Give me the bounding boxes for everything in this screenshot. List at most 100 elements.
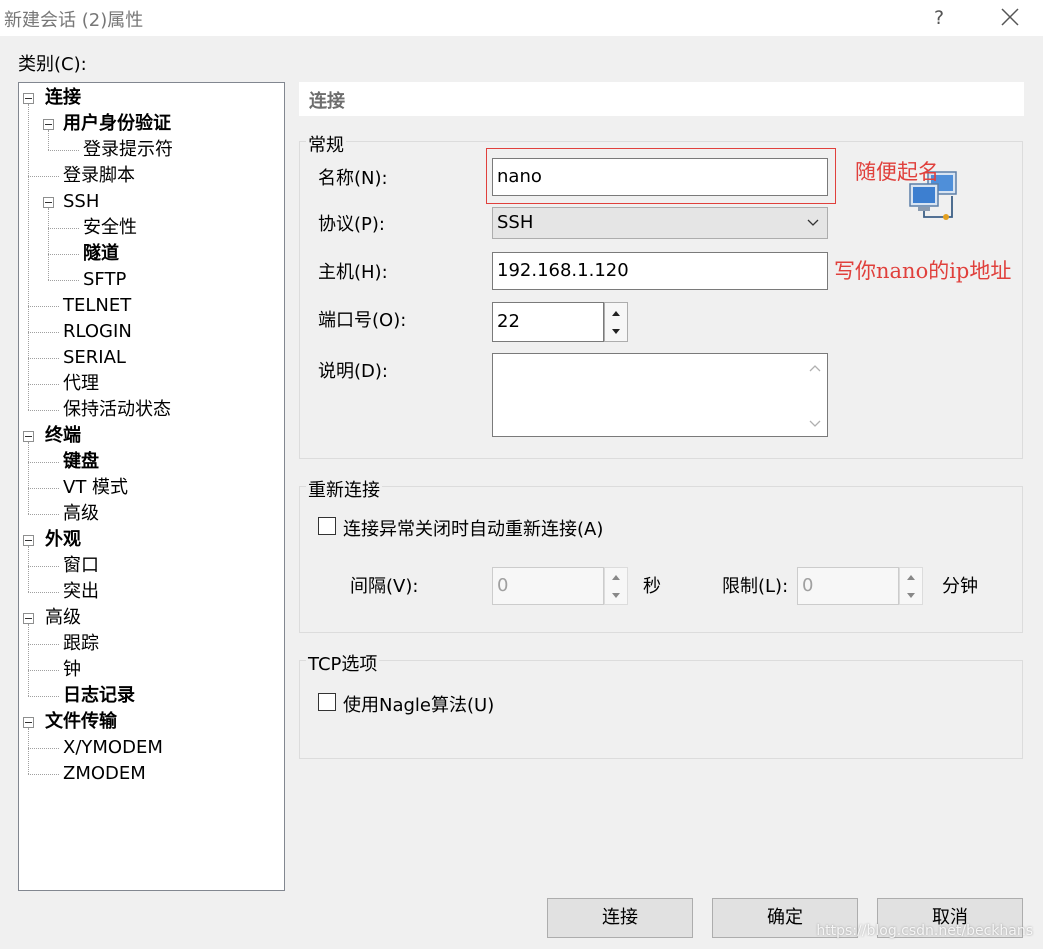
tree-connector bbox=[28, 670, 59, 671]
tree-expander[interactable] bbox=[23, 431, 34, 442]
tree-expander[interactable] bbox=[43, 197, 54, 208]
desc-label: 说明(D): bbox=[318, 361, 388, 382]
tree-connector bbox=[28, 410, 59, 411]
arrow-down-icon bbox=[612, 593, 620, 598]
tree-item[interactable]: X/YMODEM bbox=[63, 736, 163, 760]
tree-item[interactable]: 终端 bbox=[45, 424, 81, 448]
tree-connector bbox=[28, 358, 59, 359]
tree-item[interactable]: 隧道 bbox=[83, 242, 119, 266]
scroll-down-icon bbox=[809, 420, 821, 427]
watermark: https://blog.csdn.net/beckhans bbox=[816, 923, 1033, 939]
tree-item[interactable]: SSH bbox=[63, 190, 99, 214]
tree-connector bbox=[28, 306, 59, 307]
tree-item[interactable]: 突出 bbox=[63, 580, 99, 604]
protocol-label: 协议(P): bbox=[318, 214, 385, 235]
tree-item[interactable]: 键盘 bbox=[63, 450, 99, 474]
tree-item[interactable]: 代理 bbox=[63, 372, 99, 396]
help-button[interactable]: ? bbox=[922, 2, 956, 34]
window-title: 新建会话 (2)属性 bbox=[4, 10, 144, 31]
nagle-label: 使用Nagle算法(U) bbox=[343, 695, 495, 716]
tree-item[interactable]: 窗口 bbox=[63, 554, 99, 578]
tree-expander[interactable] bbox=[23, 93, 34, 104]
tree-connector bbox=[28, 332, 59, 333]
tree-connector bbox=[28, 514, 59, 515]
chevron-down-icon bbox=[807, 219, 819, 226]
tree-item[interactable]: 日志记录 bbox=[63, 684, 135, 708]
close-button[interactable] bbox=[990, 2, 1030, 34]
connect-button[interactable]: 连接 bbox=[547, 898, 693, 938]
tree-connector bbox=[28, 774, 59, 775]
limit-spin-up[interactable] bbox=[900, 568, 922, 586]
interval-spin-up[interactable] bbox=[605, 568, 627, 586]
tree-item[interactable]: 安全性 bbox=[83, 216, 137, 240]
arrow-down-icon bbox=[612, 329, 620, 334]
reconnect-group bbox=[299, 486, 1023, 633]
tree-item[interactable]: 保持活动状态 bbox=[63, 398, 171, 422]
auto-reconnect-label: 连接异常关闭时自动重新连接(A) bbox=[343, 519, 604, 540]
host-input[interactable]: 192.168.1.120 bbox=[492, 252, 828, 290]
tree-connector bbox=[28, 566, 59, 567]
auto-reconnect-checkbox[interactable] bbox=[318, 517, 336, 535]
title-bar bbox=[0, 0, 1043, 36]
tree-item[interactable]: 登录脚本 bbox=[63, 164, 135, 188]
tree-item[interactable]: 登录提示符 bbox=[83, 138, 173, 162]
arrow-down-icon bbox=[907, 593, 915, 598]
tree-connector bbox=[28, 488, 59, 489]
tree-connector bbox=[48, 130, 49, 150]
tree-item[interactable]: 钟 bbox=[63, 658, 81, 682]
protocol-value: SSH bbox=[497, 212, 534, 233]
tree-item[interactable]: 外观 bbox=[45, 528, 81, 552]
tree-expander[interactable] bbox=[23, 535, 34, 546]
tree-item[interactable]: 文件传输 bbox=[45, 710, 117, 734]
tree-item[interactable]: RLOGIN bbox=[63, 320, 132, 344]
limit-spinner[interactable] bbox=[899, 567, 923, 605]
port-input[interactable]: 22 bbox=[492, 302, 604, 342]
port-spin-up[interactable] bbox=[605, 303, 627, 322]
reconnect-legend: 重新连接 bbox=[306, 476, 382, 502]
tree-connector bbox=[28, 644, 59, 645]
tree-item[interactable]: 用户身份验证 bbox=[63, 112, 171, 136]
host-label: 主机(H): bbox=[318, 262, 388, 283]
tree-expander[interactable] bbox=[43, 119, 54, 130]
category-label: 类别(C): bbox=[18, 54, 87, 75]
scroll-up-icon bbox=[809, 365, 821, 372]
port-spinner[interactable] bbox=[604, 302, 628, 342]
tree-connector bbox=[28, 176, 59, 177]
tree-connector bbox=[28, 592, 59, 593]
nagle-checkbox[interactable] bbox=[318, 693, 336, 711]
tree-expander[interactable] bbox=[23, 717, 34, 728]
desc-textarea[interactable] bbox=[492, 353, 828, 437]
tree-item[interactable]: 连接 bbox=[45, 86, 81, 110]
tree-connector bbox=[48, 150, 79, 151]
tree-item[interactable]: SERIAL bbox=[63, 346, 126, 370]
tree-connector bbox=[48, 228, 79, 229]
tree-expander[interactable] bbox=[23, 613, 34, 624]
section-title: 连接 bbox=[309, 91, 345, 112]
tree-item[interactable]: TELNET bbox=[63, 294, 131, 318]
tree-item[interactable]: ZMODEM bbox=[63, 762, 146, 786]
interval-spin-down[interactable] bbox=[605, 586, 627, 604]
arrow-up-icon bbox=[612, 311, 620, 316]
tree-connector bbox=[28, 624, 29, 696]
tree-item[interactable]: VT 模式 bbox=[63, 476, 128, 500]
tree-item[interactable]: SFTP bbox=[83, 268, 126, 292]
limit-input[interactable]: 0 bbox=[797, 567, 899, 605]
tree-connector bbox=[28, 546, 29, 592]
name-label: 名称(N): bbox=[318, 168, 388, 189]
interval-input[interactable]: 0 bbox=[492, 567, 604, 605]
tree-item[interactable]: 跟踪 bbox=[63, 632, 99, 656]
tree-connector bbox=[48, 208, 49, 280]
limit-label: 限制(L): bbox=[722, 576, 789, 597]
limit-spin-down[interactable] bbox=[900, 586, 922, 604]
section-header: 连接 bbox=[299, 82, 1024, 116]
tree-item[interactable]: 高级 bbox=[63, 502, 99, 526]
general-legend: 常规 bbox=[306, 131, 346, 157]
name-annotation: 随便起名 bbox=[855, 160, 939, 184]
interval-spinner[interactable] bbox=[604, 567, 628, 605]
protocol-select[interactable]: SSH bbox=[492, 207, 828, 239]
tree-item[interactable]: 高级 bbox=[45, 606, 81, 630]
interval-label: 间隔(V): bbox=[350, 576, 419, 597]
port-spin-down[interactable] bbox=[605, 322, 627, 341]
category-tree[interactable]: 连接 用户身份验证 登录提示符 登录脚本 SSH 安全性 隧道 SFTP TELNET RLOGI… bbox=[18, 82, 285, 891]
tree-connector bbox=[28, 696, 59, 697]
